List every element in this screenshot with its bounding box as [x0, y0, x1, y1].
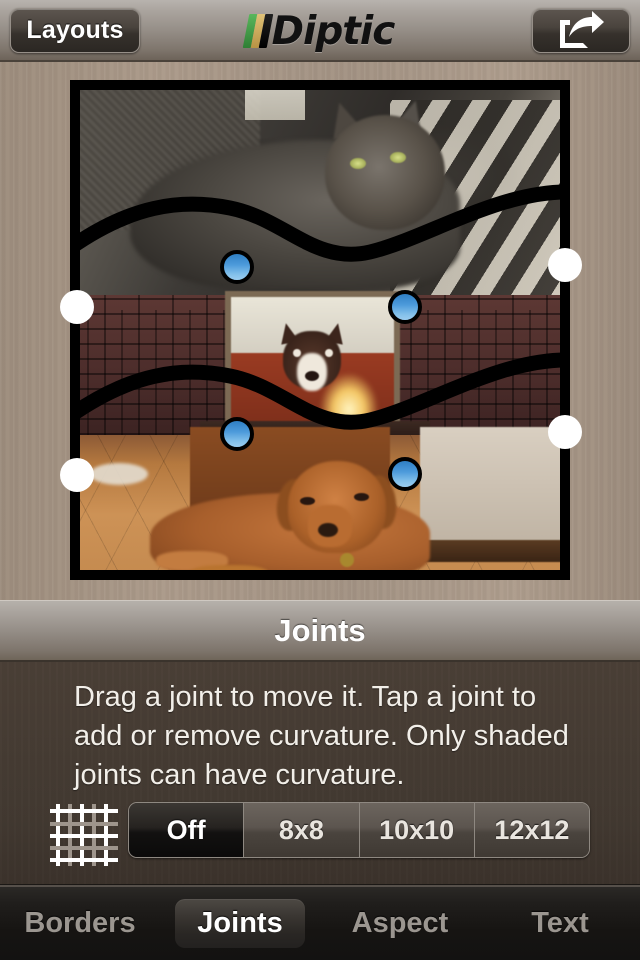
grid-option-12x12[interactable]: 12x12	[474, 803, 589, 857]
grid-icon	[50, 804, 118, 866]
collage-panel-bottom[interactable]	[70, 427, 570, 580]
instructions-text: Drag a joint to move it. Tap a joint to …	[74, 681, 569, 791]
tab-text-label: Text	[531, 907, 589, 939]
section-header: Joints	[0, 600, 640, 662]
tab-text[interactable]: Text	[480, 887, 640, 960]
section-title: Joints	[274, 612, 366, 648]
bottom-tab-bar: Borders Joints Aspect Text	[0, 885, 640, 960]
collage-content	[70, 80, 570, 580]
share-button[interactable]	[532, 8, 630, 53]
grid-size-segmented-control[interactable]: Off 8x8 10x10 12x12	[128, 802, 590, 858]
tab-borders-label: Borders	[24, 907, 136, 939]
collage-canvas[interactable]	[0, 62, 640, 600]
joint-left-upper[interactable]	[60, 290, 94, 324]
layouts-button[interactable]: Layouts	[10, 8, 140, 53]
tab-joints[interactable]: Joints	[160, 887, 320, 960]
collage-panel-middle[interactable]	[70, 291, 570, 450]
logo-bars-icon	[242, 14, 273, 48]
joint-mid-upper-a[interactable]	[220, 250, 254, 284]
joint-right-lower[interactable]	[548, 415, 582, 449]
collage-frame[interactable]	[70, 80, 570, 580]
tab-aspect[interactable]: Aspect	[320, 887, 480, 960]
joint-left-lower[interactable]	[60, 458, 94, 492]
logo-wordmark: Diptic	[271, 8, 396, 54]
top-navigation-bar: Layouts Diptic	[0, 0, 640, 62]
tab-aspect-label: Aspect	[351, 907, 449, 939]
share-export-icon	[558, 10, 604, 51]
tab-joints-label: Joints	[175, 899, 305, 948]
joint-right-upper[interactable]	[548, 248, 582, 282]
joint-mid-lower-a[interactable]	[220, 417, 254, 451]
joints-control-panel: Drag a joint to move it. Tap a joint to …	[0, 662, 640, 885]
grid-option-off[interactable]: Off	[129, 803, 245, 857]
grid-option-10x10[interactable]: 10x10	[359, 803, 475, 857]
app-screen: Layouts Diptic Joints Drag a joint to mo…	[0, 0, 640, 960]
layouts-button-label: Layouts	[26, 16, 124, 44]
joint-mid-lower-b[interactable]	[388, 457, 422, 491]
tab-borders[interactable]: Borders	[0, 887, 160, 960]
collage-panel-top[interactable]	[70, 80, 570, 295]
joint-mid-upper-b[interactable]	[388, 290, 422, 324]
grid-option-8x8[interactable]: 8x8	[244, 803, 360, 857]
